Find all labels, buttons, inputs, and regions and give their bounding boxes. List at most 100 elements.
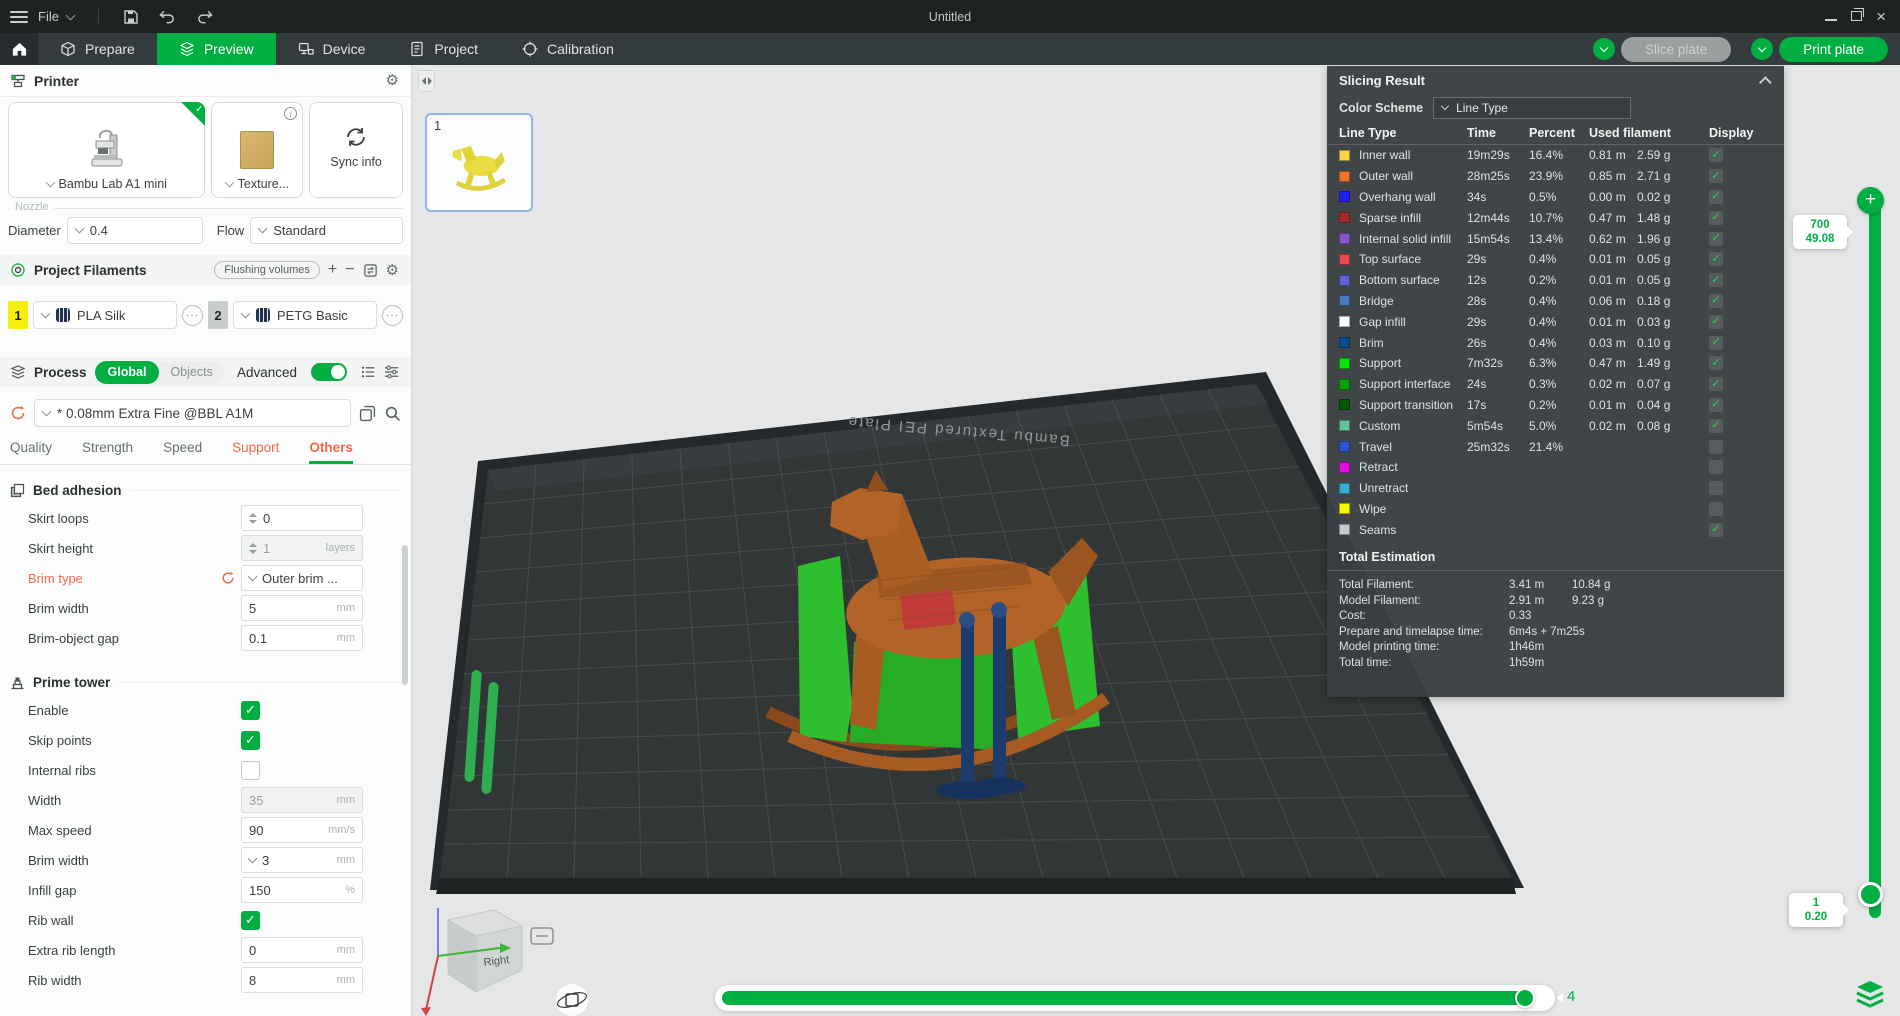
setting-tab[interactable]: Speed (163, 440, 202, 464)
display-checkbox[interactable]: ✓ (1709, 315, 1723, 329)
color-scheme-select[interactable]: Line Type (1433, 97, 1631, 119)
text-input[interactable]: 35mm (241, 787, 363, 813)
spinner-input[interactable]: 1layers (241, 535, 363, 561)
remove-filament-button[interactable]: − (345, 262, 354, 278)
text-input[interactable]: 150% (241, 877, 363, 903)
display-checkbox[interactable]: ✓ (1709, 211, 1723, 225)
display-checkbox[interactable]: ✓ (1709, 356, 1723, 370)
preset-reset-icon[interactable] (10, 405, 26, 421)
plate-select-chevron-icon[interactable] (224, 178, 234, 188)
view-cube[interactable]: Right (421, 908, 522, 1016)
select-input[interactable]: 3mm (241, 847, 363, 873)
undo-button[interactable] (159, 10, 176, 24)
printer-settings-gear-icon[interactable]: ⚙ (386, 73, 399, 88)
filament-1-options-button[interactable]: ··· (182, 305, 203, 326)
layer-slider-track[interactable] (1869, 200, 1881, 918)
slice-plate-button[interactable]: Slice plate (1621, 37, 1731, 62)
checkbox-unchecked[interactable] (241, 761, 260, 780)
display-checkbox[interactable]: ✓ (1709, 336, 1723, 350)
spinner-input[interactable]: 0 (241, 505, 363, 531)
save-preset-icon[interactable] (359, 405, 376, 422)
flow-select[interactable]: Standard (250, 217, 403, 244)
plate-thumbnail[interactable]: 1 (425, 113, 533, 212)
close-button[interactable]: × (1876, 11, 1886, 23)
layer-slider-top-handle[interactable]: + (1857, 187, 1884, 214)
display-checkbox[interactable]: ✓ (1709, 190, 1723, 204)
maximize-button[interactable] (1851, 9, 1862, 24)
search-icon[interactable] (384, 405, 401, 422)
filament-2-badge[interactable]: 2 (208, 301, 228, 329)
display-checkbox[interactable]: ✓ (1709, 419, 1723, 433)
nozzle-diameter-select[interactable]: 0.4 (67, 217, 203, 244)
text-input[interactable]: 0.1mm (241, 625, 363, 651)
advanced-toggle[interactable] (311, 363, 347, 381)
spinner-arrows-icon[interactable] (249, 543, 257, 554)
setting-tab[interactable]: Support (232, 440, 279, 464)
filter-icon[interactable] (384, 365, 399, 379)
setting-tab[interactable]: Others (309, 440, 353, 464)
text-input[interactable]: 0mm (241, 937, 363, 963)
spinner-arrows-icon[interactable] (249, 513, 257, 524)
hamburger-menu-icon[interactable] (10, 11, 28, 23)
filament-settings-gear-icon[interactable]: ⚙ (386, 263, 399, 278)
display-checkbox[interactable] (1709, 481, 1723, 495)
step-slider-handle[interactable] (1515, 988, 1535, 1008)
display-checkbox[interactable] (1709, 502, 1723, 516)
display-checkbox[interactable]: ✓ (1709, 252, 1723, 266)
display-checkbox[interactable]: ✓ (1709, 294, 1723, 308)
tab-preview[interactable]: Preview (157, 33, 276, 65)
process-preset-select[interactable]: * 0.08mm Extra Fine @BBL A1M (34, 399, 351, 427)
filament-2-options-button[interactable]: ··· (382, 305, 403, 326)
tab-calibration[interactable]: Calibration (500, 33, 636, 65)
global-toggle-on[interactable]: Global (95, 361, 160, 384)
display-checkbox[interactable]: ✓ (1709, 377, 1723, 391)
global-objects-toggle[interactable]: Global Objects (95, 361, 224, 384)
home-button[interactable] (0, 33, 38, 65)
filament-2-select[interactable]: PETG Basic (233, 301, 377, 329)
display-checkbox[interactable] (1709, 440, 1723, 454)
objects-toggle-off[interactable]: Objects (159, 365, 223, 379)
text-input[interactable]: 90mm/s (241, 817, 363, 843)
orbit-icon[interactable] (556, 984, 588, 1016)
sidebar-collapse-handle[interactable] (418, 70, 435, 92)
panel-collapse-chevron-icon[interactable] (1759, 76, 1772, 89)
tab-project[interactable]: Project (387, 33, 500, 65)
objects-list-icon[interactable] (361, 365, 376, 379)
flushing-volumes-button[interactable]: Flushing volumes (214, 261, 320, 279)
viewport-3d[interactable]: Bambu Textured PEI Plate (413, 65, 1900, 1016)
display-checkbox[interactable]: ✓ (1709, 523, 1723, 537)
minimize-button[interactable] (1825, 9, 1837, 24)
text-input[interactable]: 8mm (241, 967, 363, 993)
plate-handle-icon[interactable] (531, 928, 553, 944)
file-menu-chevron-icon[interactable] (66, 10, 76, 20)
tab-prepare[interactable]: Prepare (38, 33, 157, 65)
display-checkbox[interactable] (1709, 460, 1723, 474)
filament-1-badge[interactable]: 1 (8, 301, 28, 329)
select-input[interactable]: Outer brim ... (241, 565, 363, 591)
setting-tab[interactable]: Quality (10, 440, 52, 464)
add-filament-button[interactable]: + (328, 262, 337, 278)
checkbox-checked[interactable]: ✓ (241, 701, 260, 720)
file-menu[interactable]: File (38, 9, 59, 24)
filament-sync-icon[interactable] (363, 263, 378, 278)
layer-slider-bottom-handle[interactable] (1858, 882, 1883, 907)
display-checkbox[interactable]: ✓ (1709, 148, 1723, 162)
setting-tab[interactable]: Strength (82, 440, 133, 464)
filament-1-select[interactable]: PLA Silk (33, 301, 177, 329)
display-checkbox[interactable]: ✓ (1709, 169, 1723, 183)
display-checkbox[interactable]: ✓ (1709, 273, 1723, 287)
step-slider[interactable]: 4 (715, 985, 1555, 1011)
display-checkbox[interactable]: ✓ (1709, 232, 1723, 246)
checkbox-checked[interactable]: ✓ (241, 731, 260, 750)
print-options-chevron[interactable] (1751, 38, 1773, 60)
tab-device[interactable]: Device (276, 33, 388, 65)
redo-button[interactable] (196, 10, 213, 24)
build-plate-card[interactable]: i Texture... (211, 102, 303, 198)
reset-icon[interactable] (221, 571, 235, 585)
save-button[interactable] (123, 9, 139, 25)
slice-options-chevron[interactable] (1593, 38, 1615, 60)
printer-card[interactable]: ✓ Bambu Lab A1 mini (8, 102, 205, 198)
sync-info-button[interactable]: Sync info (309, 102, 403, 198)
sidebar-scrollbar[interactable] (402, 545, 408, 685)
checkbox-checked[interactable]: ✓ (241, 911, 260, 930)
